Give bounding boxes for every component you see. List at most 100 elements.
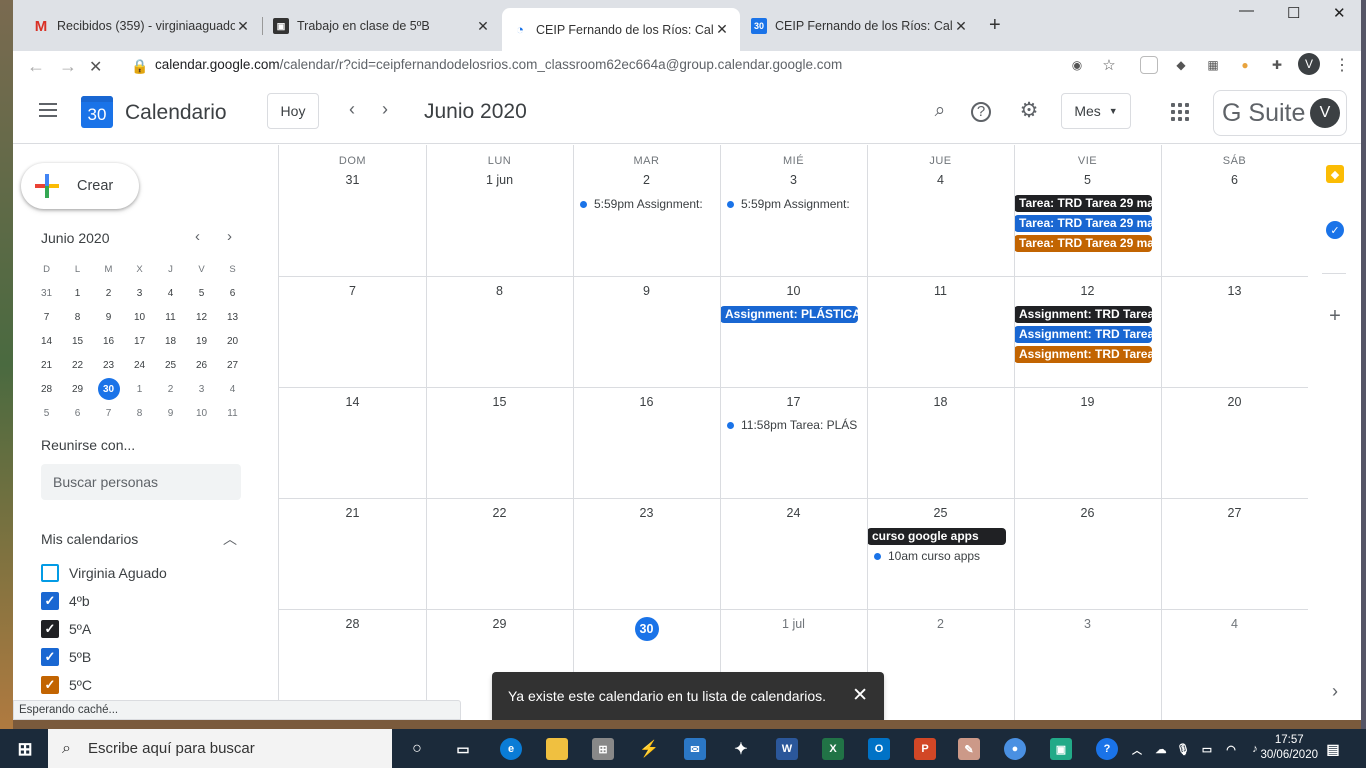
stop-icon[interactable]: ✕ [89, 57, 102, 77]
close-tab-icon[interactable]: ✕ [235, 18, 251, 35]
day-number[interactable]: 27 [1161, 506, 1308, 520]
day-number[interactable]: 24 [720, 506, 867, 520]
calendar-list-item[interactable]: ✓ 5ºB [41, 647, 91, 667]
mini-day[interactable]: 8 [124, 401, 155, 425]
event-chip[interactable]: Tarea: TRD Tarea 29 may [1014, 235, 1152, 252]
mini-day[interactable]: 6 [62, 401, 93, 425]
mini-day[interactable]: 5 [31, 401, 62, 425]
day-number[interactable]: 11 [867, 284, 1014, 298]
close-tab-icon[interactable]: ✕ [714, 21, 730, 38]
url-field[interactable]: calendar.google.com/calendar/r?cid=ceipf… [155, 57, 842, 72]
mini-prev-icon[interactable]: ‹ [195, 228, 200, 245]
expand-panel-icon[interactable]: › [1326, 681, 1344, 701]
mini-day[interactable]: 30 [93, 377, 124, 401]
mini-day[interactable]: 15 [62, 329, 93, 353]
windows-start-icon[interactable]: ⊞ [14, 738, 36, 760]
day-number[interactable]: 28 [279, 617, 426, 631]
create-button[interactable]: Crear [21, 163, 139, 209]
clock[interactable]: 17:57 30/06/2020 [1260, 733, 1318, 763]
event-chip[interactable]: Assignment: TRD Tarea [1014, 326, 1152, 343]
new-tab-button[interactable]: + [989, 14, 1001, 37]
day-number[interactable]: 9 [573, 284, 720, 298]
mini-day[interactable]: 23 [93, 353, 124, 377]
extension-icon[interactable] [1140, 56, 1158, 74]
mail-icon[interactable]: ✉ [684, 738, 706, 760]
event-chip[interactable]: Tarea: TRD Tarea 29 may [1014, 215, 1152, 232]
day-number[interactable]: 17 [720, 395, 867, 409]
onedrive-icon[interactable]: ☁ [1150, 738, 1172, 760]
calendar-list-item[interactable]: ✓ 5ºC [41, 675, 92, 695]
event-chip[interactable]: Assignment: TRD Tarea [1014, 306, 1152, 323]
day-number[interactable]: 22 [426, 506, 573, 520]
view-selector[interactable]: Mes ▼ [1061, 93, 1131, 129]
day-number[interactable]: 7 [279, 284, 426, 298]
microphone-icon[interactable]: 🎙 [1172, 738, 1194, 760]
mini-day[interactable]: 29 [62, 377, 93, 401]
tab-classroom[interactable]: ▣ Trabajo en clase de 5ºB ✕ [263, 8, 501, 44]
mini-day[interactable]: 10 [186, 401, 217, 425]
file-explorer-icon[interactable] [546, 738, 568, 760]
mini-day[interactable]: 4 [217, 377, 248, 401]
mini-day[interactable]: 13 [217, 305, 248, 329]
event-chip[interactable]: Assignment: PLÁSTICA [720, 306, 858, 323]
mini-day[interactable]: 2 [155, 377, 186, 401]
event-item[interactable]: 11:58pm Tarea: PLÁS [721, 417, 861, 434]
word-icon[interactable]: W [776, 738, 798, 760]
mini-day[interactable]: 3 [186, 377, 217, 401]
eye-icon[interactable]: ◉ [1068, 56, 1086, 74]
dropbox-icon[interactable]: ✦ [730, 738, 752, 760]
day-number[interactable]: 20 [1161, 395, 1308, 409]
checkbox[interactable]: ✓ [41, 592, 59, 610]
extension-icon[interactable]: ◆ [1172, 56, 1190, 74]
day-number[interactable]: 6 [1161, 173, 1308, 187]
day-number[interactable]: 16 [573, 395, 720, 409]
calendar-list-item[interactable]: Virginia Aguado [41, 563, 167, 583]
star-icon[interactable]: ☆ [1100, 56, 1118, 74]
search-icon[interactable]: ⌕ [928, 100, 952, 122]
chrome-icon[interactable]: ● [1004, 738, 1026, 760]
chevron-up-icon[interactable]: ︿ [223, 529, 237, 549]
day-number[interactable]: 31 [279, 173, 426, 187]
mini-day[interactable]: 10 [124, 305, 155, 329]
add-addon-icon[interactable]: + [1326, 305, 1344, 327]
cortana-icon[interactable]: ○ [406, 738, 428, 760]
event-item[interactable]: 5:59pm Assignment: [574, 196, 714, 213]
day-number[interactable]: 3 [1014, 617, 1161, 631]
day-number[interactable]: 4 [1161, 617, 1308, 631]
day-number[interactable]: 21 [279, 506, 426, 520]
edge-icon[interactable]: e [500, 738, 522, 760]
store-icon[interactable]: ⊞ [592, 738, 614, 760]
calendar-list-item[interactable]: ✓ 4ºb [41, 591, 90, 611]
event-chip[interactable]: Tarea: TRD Tarea 29 may [1014, 195, 1152, 212]
mini-day[interactable]: 22 [62, 353, 93, 377]
event-chip[interactable]: curso google apps [867, 528, 1006, 545]
mini-day[interactable]: 17 [124, 329, 155, 353]
apps-grid-icon[interactable] [1171, 103, 1189, 121]
close-tab-icon[interactable]: ✕ [953, 18, 969, 35]
mini-day[interactable]: 7 [31, 305, 62, 329]
prev-month-icon[interactable]: ‹ [349, 99, 355, 120]
mini-day[interactable]: 26 [186, 353, 217, 377]
mini-next-icon[interactable]: › [227, 228, 232, 245]
maximize-icon[interactable]: ☐ [1287, 4, 1300, 22]
day-number[interactable]: 15 [426, 395, 573, 409]
mini-day[interactable]: 11 [217, 401, 248, 425]
extension-icon[interactable]: ● [1236, 56, 1254, 74]
close-window-icon[interactable]: ✕ [1333, 4, 1346, 22]
app-icon[interactable]: ⚡ [638, 738, 660, 760]
mini-day[interactable]: 25 [155, 353, 186, 377]
mini-day[interactable]: 31 [31, 281, 62, 305]
account-avatar[interactable]: V [1310, 98, 1340, 128]
day-number[interactable]: 30 [573, 617, 720, 641]
main-menu-icon[interactable] [39, 103, 57, 117]
minimize-icon[interactable]: — [1239, 2, 1254, 19]
excel-icon[interactable]: X [822, 738, 844, 760]
profile-avatar[interactable]: V [1298, 53, 1320, 75]
mini-day[interactable]: 5 [186, 281, 217, 305]
menu-dots-icon[interactable]: ⋮ [1333, 56, 1351, 74]
mini-day[interactable]: 4 [155, 281, 186, 305]
mini-day[interactable]: 14 [31, 329, 62, 353]
close-toast-icon[interactable]: ✕ [852, 684, 868, 707]
paint-icon[interactable]: ✎ [958, 738, 980, 760]
day-number[interactable]: 12 [1014, 284, 1161, 298]
